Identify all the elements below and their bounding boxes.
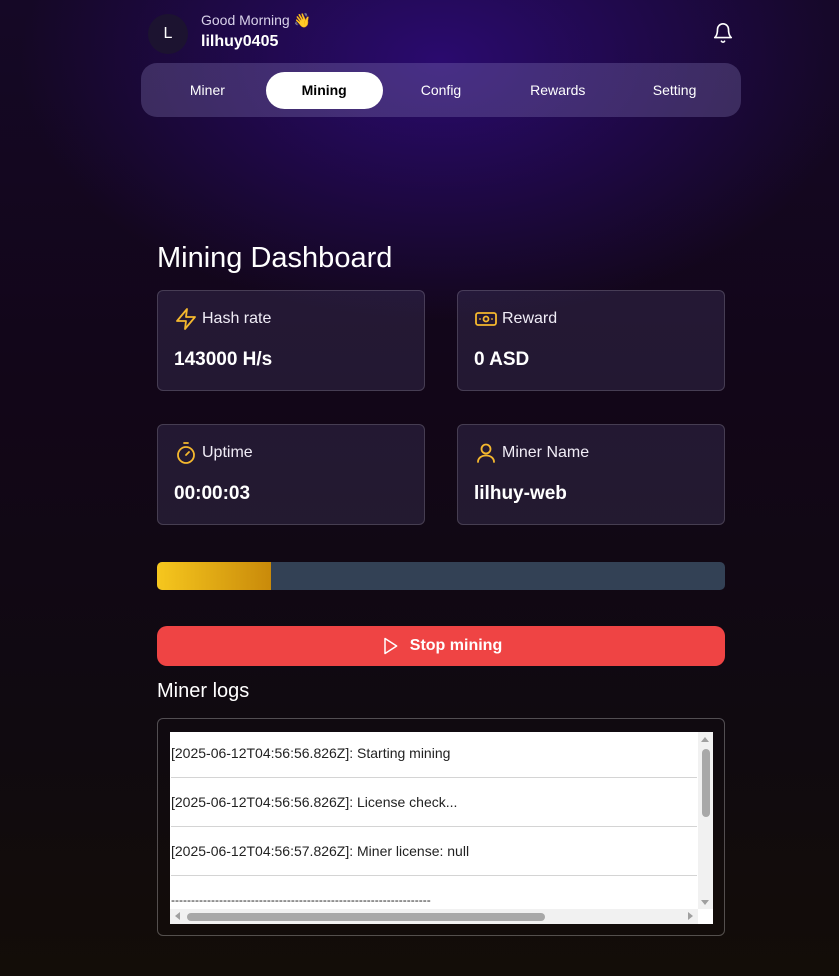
hash-rate-card: Hash rate 143000 H/s <box>157 290 425 391</box>
horizontal-scroll-thumb[interactable] <box>187 913 545 921</box>
bell-icon[interactable] <box>712 22 734 44</box>
uptime-card: Uptime 00:00:03 <box>157 424 425 525</box>
scroll-left-arrow-icon[interactable] <box>175 912 180 920</box>
stop-mining-button[interactable]: Stop mining <box>157 626 725 666</box>
uptime-value: 00:00:03 <box>174 483 251 504</box>
hash-rate-value: 143000 H/s <box>174 349 273 370</box>
tab-mining[interactable]: Mining <box>265 71 383 109</box>
tab-miner[interactable]: Miner <box>149 72 266 109</box>
logs-list[interactable]: [2025-06-12T04:56:56.826Z]: Starting min… <box>170 732 713 924</box>
reward-card: Reward 0 ASD <box>457 290 725 391</box>
log-line: [2025-06-12T04:56:56.826Z]: License chec… <box>171 778 697 827</box>
user-icon <box>477 443 495 463</box>
username: lilhuy0405 <box>201 33 279 50</box>
stop-mining-label: Stop mining <box>409 637 503 654</box>
tab-rewards[interactable]: Rewards <box>499 72 616 109</box>
logs-title: Miner logs <box>157 680 250 702</box>
logs-panel: [2025-06-12T04:56:56.826Z]: Starting min… <box>157 718 725 936</box>
scroll-up-arrow-icon[interactable] <box>701 737 709 742</box>
log-line: [2025-06-12T04:56:56.826Z]: Starting min… <box>171 732 697 778</box>
scroll-right-arrow-icon[interactable] <box>688 912 693 920</box>
play-icon <box>384 637 398 655</box>
avatar[interactable]: L <box>148 14 188 54</box>
lightning-icon <box>176 308 196 330</box>
vertical-scrollbar[interactable] <box>698 732 713 909</box>
tab-config[interactable]: Config <box>383 72 500 109</box>
reward-label: Reward <box>502 310 558 327</box>
vertical-scroll-thumb[interactable] <box>702 749 710 817</box>
log-line: [2025-06-12T04:56:57.826Z]: Miner licens… <box>171 827 697 876</box>
scroll-down-arrow-icon[interactable] <box>701 900 709 905</box>
reward-value: 0 ASD <box>474 349 530 370</box>
miner-name-label: Miner Name <box>502 444 590 461</box>
uptime-label: Uptime <box>202 444 253 461</box>
hash-rate-label: Hash rate <box>202 310 272 327</box>
tab-setting[interactable]: Setting <box>616 72 733 109</box>
timer-icon <box>177 442 195 464</box>
nav-tabs: Miner Mining Config Rewards Setting <box>141 63 741 117</box>
greeting-text: Good Morning 👋 <box>201 12 312 28</box>
page-title: Mining Dashboard <box>157 242 393 274</box>
miner-name-card: Miner Name lilhuy-web <box>457 424 725 525</box>
mining-progress-bar <box>157 562 725 590</box>
progress-fill <box>157 562 271 590</box>
banknote-icon <box>475 312 497 326</box>
header: L Good Morning 👋 lilhuy0405 <box>148 12 740 56</box>
miner-name-value: lilhuy-web <box>474 483 567 504</box>
horizontal-scrollbar[interactable] <box>170 909 698 924</box>
